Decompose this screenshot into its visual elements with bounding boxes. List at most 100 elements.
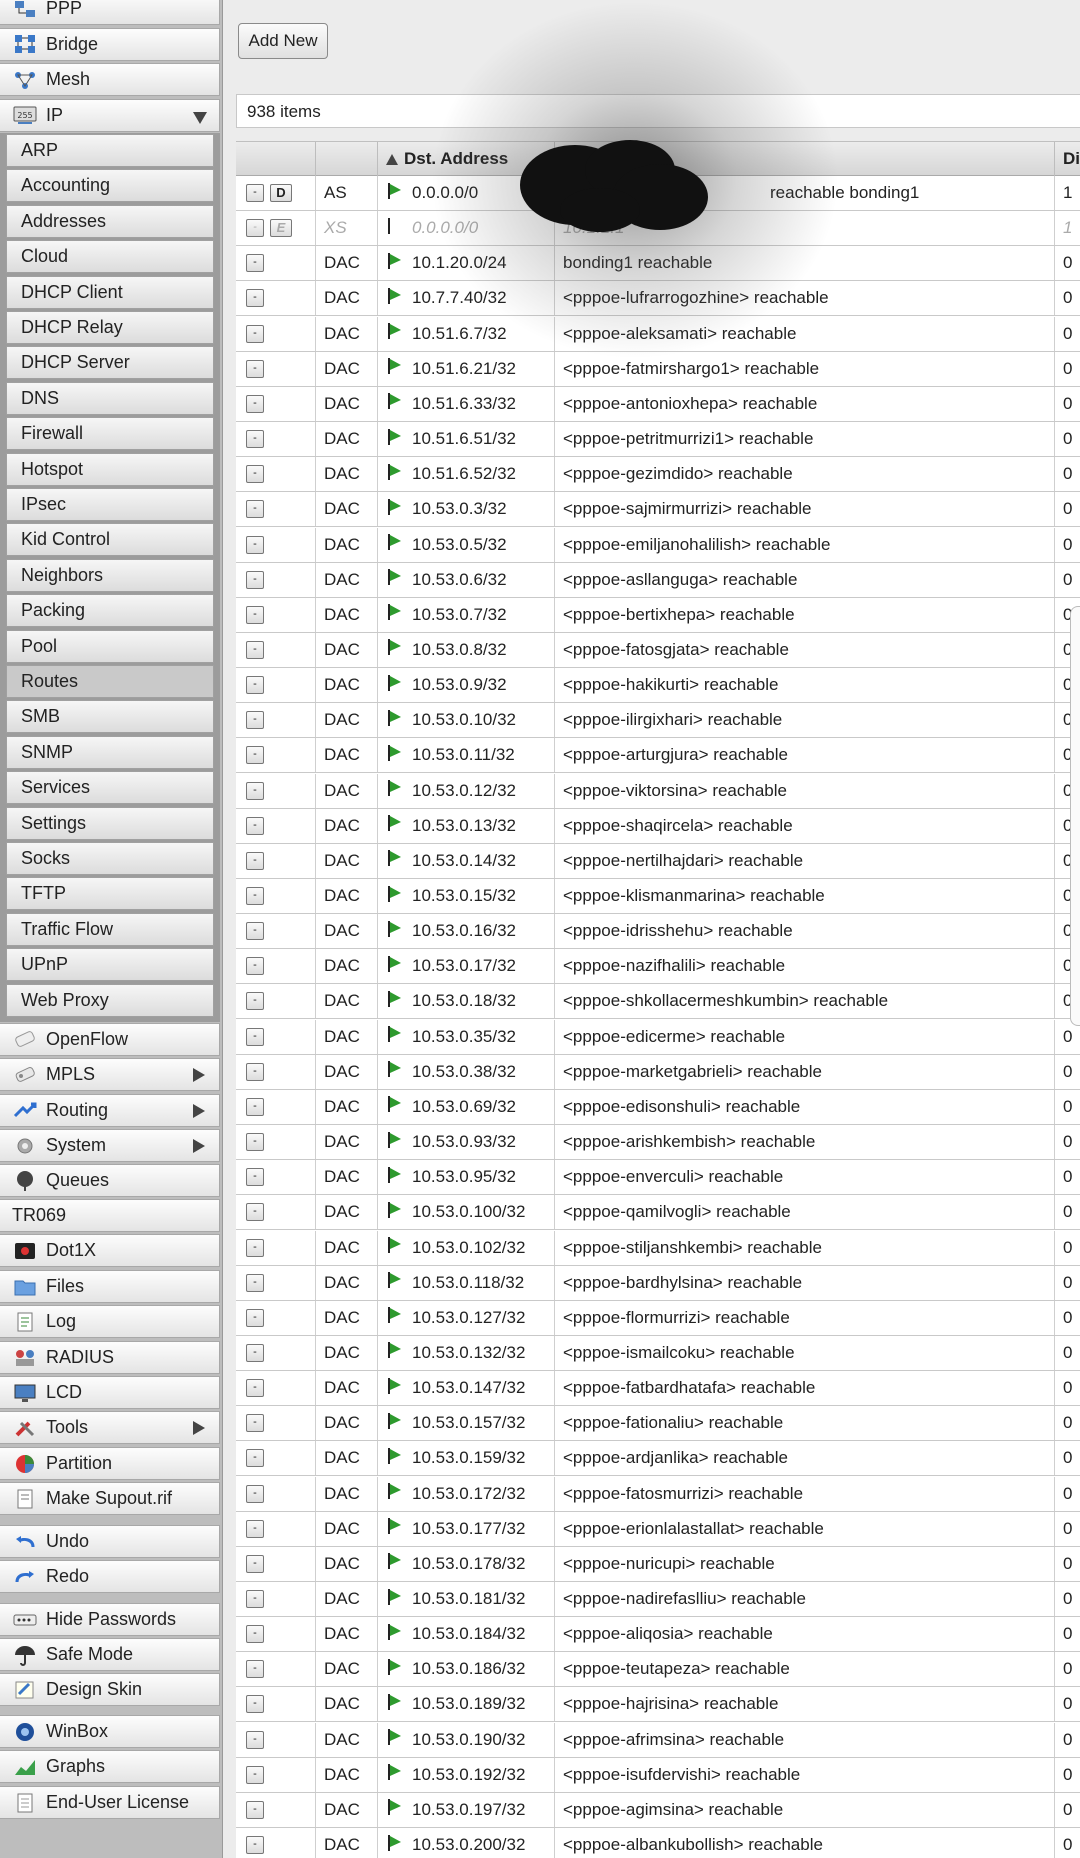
row-dst-address[interactable]: 10.51.6.21/32 — [378, 351, 555, 386]
ip-submenu-item-ipsec[interactable]: IPsec — [6, 488, 214, 521]
remove-button[interactable]: - — [246, 676, 264, 695]
row-dst-address[interactable]: 10.53.0.16/32 — [378, 914, 555, 949]
row-dst-address[interactable]: 10.53.0.178/32 — [378, 1546, 555, 1581]
remove-button[interactable]: - — [246, 500, 264, 519]
row-dst-address[interactable]: 10.53.0.15/32 — [378, 879, 555, 913]
row-dst-address[interactable]: 10.53.0.190/32 — [378, 1722, 555, 1757]
row-dst-address[interactable]: 10.53.0.7/32 — [378, 597, 555, 632]
table-row[interactable]: - DAC 10.53.0.35/32 <pppoe-edicerme> reacha… — [236, 1019, 1080, 1055]
remove-button[interactable]: - — [246, 816, 264, 835]
remove-button[interactable]: - — [246, 746, 264, 765]
remove-button[interactable]: - — [246, 887, 264, 905]
row-dst-address[interactable]: 0.0.0.0/0 — [378, 176, 555, 210]
table-row[interactable]: - DAC 10.53.0.172/32 <pppoe-fatosmurrizi> r… — [236, 1476, 1080, 1512]
row-dst-address[interactable]: 10.53.0.5/32 — [378, 527, 555, 562]
row-dst-address[interactable]: 10.53.0.147/32 — [378, 1371, 555, 1406]
table-row[interactable]: - DAC 10.53.0.127/32 <pppoe-flormurrizi> re… — [236, 1300, 1080, 1336]
table-row[interactable]: - DAC 10.53.0.100/32 <pppoe-qamilvogli> rea… — [236, 1195, 1080, 1231]
remove-button[interactable]: - — [246, 605, 264, 624]
remove-button[interactable]: - — [246, 1449, 264, 1468]
remove-button[interactable]: - — [246, 1730, 264, 1749]
sidebar-item-dot1x[interactable]: Dot1X — [0, 1234, 220, 1267]
header-flags[interactable] — [316, 142, 378, 176]
table-row[interactable]: - DAC 10.53.0.192/32 <pppoe-isufdervishi> r… — [236, 1757, 1080, 1793]
ip-submenu-item-packing[interactable]: Packing — [6, 594, 214, 628]
remove-button[interactable]: - — [246, 1414, 264, 1433]
table-row[interactable]: - DAC 10.51.6.51/32 <pppoe-petritmurrizi1> … — [236, 422, 1080, 458]
ip-submenu-item-addresses[interactable]: Addresses — [6, 204, 214, 238]
ip-submenu-item-traffic-flow[interactable]: Traffic Flow — [6, 912, 214, 946]
remove-button[interactable]: - — [246, 640, 264, 659]
row-dst-address[interactable]: 10.53.0.13/32 — [378, 808, 555, 843]
sidebar-item-radius[interactable]: RADIUS — [0, 1341, 220, 1374]
row-dst-address[interactable]: 10.53.0.100/32 — [378, 1195, 555, 1230]
sidebar-item-queues[interactable]: Queues — [0, 1164, 220, 1197]
ip-submenu-item-upnp[interactable]: UPnP — [6, 948, 214, 982]
remove-button[interactable]: - — [246, 1836, 264, 1855]
ip-submenu-item-socks[interactable]: Socks — [6, 842, 214, 875]
table-row[interactable]: - DAC 10.53.0.159/32 <pppoe-ardjanlika> rea… — [236, 1441, 1080, 1477]
sidebar-item-tr069[interactable]: TR069 — [0, 1199, 220, 1232]
remove-button[interactable]: - — [246, 430, 264, 449]
sidebar-item-make-supout-rif[interactable]: Make Supout.rif — [0, 1482, 220, 1515]
ip-submenu-item-pool[interactable]: Pool — [6, 629, 214, 663]
table-row[interactable]: - DAC 10.53.0.14/32 <pppoe-nertilhajdari> r… — [236, 843, 1080, 879]
remove-button[interactable]: - — [246, 1625, 264, 1644]
remove-button[interactable]: - — [246, 289, 264, 308]
row-dst-address[interactable]: 10.53.0.17/32 — [378, 949, 555, 984]
table-row[interactable]: - DAC 10.7.7.40/32 <pppoe-lufrarrogozhine> … — [236, 281, 1080, 317]
row-dst-address[interactable]: 10.51.6.52/32 — [378, 457, 555, 492]
remove-button[interactable]: - — [246, 1062, 264, 1081]
row-dst-address[interactable]: 10.1.20.0/24 — [378, 246, 555, 281]
sidebar-item-partition[interactable]: Partition — [0, 1447, 220, 1480]
row-dst-address[interactable]: 10.53.0.192/32 — [378, 1757, 555, 1792]
row-dst-address[interactable]: 10.53.0.102/32 — [378, 1230, 555, 1265]
table-row[interactable]: - DAC 10.53.0.177/32 <pppoe-erionlalastalla… — [236, 1511, 1080, 1547]
remove-button[interactable]: - — [246, 394, 264, 413]
row-dst-address[interactable]: 10.53.0.172/32 — [378, 1476, 555, 1511]
row-dst-address[interactable]: 10.53.0.184/32 — [378, 1617, 555, 1652]
row-dst-address[interactable]: 10.53.0.35/32 — [378, 1019, 555, 1054]
sidebar-item-files[interactable]: Files — [0, 1270, 220, 1303]
table-row[interactable]: - DAC 10.53.0.102/32 <pppoe-stiljanshkembi>… — [236, 1230, 1080, 1266]
sidebar-item-hide-passwords[interactable]: Hide Passwords — [0, 1603, 220, 1636]
table-row[interactable]: - DAC 10.53.0.9/32 <pppoe-hakikurti> reacha… — [236, 668, 1080, 704]
scroll-handle[interactable] — [1070, 606, 1080, 1026]
ip-submenu-item-hotspot[interactable]: Hotspot — [6, 452, 214, 486]
remove-button[interactable]: - — [246, 1765, 264, 1784]
ip-submenu-item-firewall[interactable]: Firewall — [6, 417, 214, 451]
ip-submenu-item-neighbors[interactable]: Neighbors — [6, 558, 214, 592]
table-row[interactable]: - DAC 10.53.0.3/32 <pppoe-sajmirmurrizi> re… — [236, 492, 1080, 528]
row-dst-address[interactable]: 10.53.0.200/32 — [378, 1828, 555, 1858]
table-row[interactable]: - DAC 10.53.0.157/32 <pppoe-fationaliu> rea… — [236, 1406, 1080, 1442]
table-row[interactable]: - DAC 10.53.0.178/32 <pppoe-nuricupi> reach… — [236, 1546, 1080, 1582]
remove-button[interactable]: - — [246, 324, 264, 343]
header-controls[interactable] — [236, 142, 316, 176]
sidebar-item-winbox[interactable]: WinBox — [0, 1715, 220, 1748]
row-dst-address[interactable]: 0.0.0.0/0 — [378, 211, 555, 246]
ip-submenu-item-settings[interactable]: Settings — [6, 806, 214, 840]
remove-button[interactable]: - — [246, 1554, 264, 1573]
remove-button[interactable]: - — [246, 219, 264, 238]
row-dst-address[interactable]: 10.53.0.9/32 — [378, 668, 555, 703]
table-row[interactable]: - DAC 10.53.0.200/32 <pppoe-albankubollish>… — [236, 1828, 1080, 1858]
ip-submenu-item-web-proxy[interactable]: Web Proxy — [6, 983, 214, 1017]
ip-submenu-item-kid-control[interactable]: Kid Control — [6, 523, 214, 557]
row-dst-address[interactable]: 10.53.0.11/32 — [378, 738, 555, 773]
sidebar-item-ppp[interactable]: PPP — [0, 0, 220, 25]
remove-button[interactable]: - — [246, 465, 264, 484]
table-row[interactable]: - DAC 10.53.0.147/32 <pppoe-fatbardhatafa> … — [236, 1371, 1080, 1407]
remove-button[interactable]: - — [246, 570, 264, 589]
remove-button[interactable]: - — [246, 851, 264, 870]
ip-submenu-item-snmp[interactable]: SNMP — [6, 735, 214, 769]
remove-button[interactable]: - — [246, 957, 264, 976]
remove-button[interactable]: - — [246, 1027, 264, 1046]
table-row[interactable]: - DAC 10.53.0.132/32 <pppoe-ismailcoku> rea… — [236, 1335, 1080, 1371]
row-dst-address[interactable]: 10.51.6.51/32 — [378, 422, 555, 457]
remove-button[interactable]: - — [246, 1308, 264, 1327]
sidebar-item-safe-mode[interactable]: Safe Mode — [0, 1638, 220, 1671]
header-gateway[interactable]: Gateway — [555, 142, 1055, 176]
ip-submenu-item-accounting[interactable]: Accounting — [6, 169, 214, 203]
sidebar-item-tools[interactable]: Tools — [0, 1411, 220, 1444]
sidebar-item-routing[interactable]: Routing — [0, 1094, 220, 1127]
